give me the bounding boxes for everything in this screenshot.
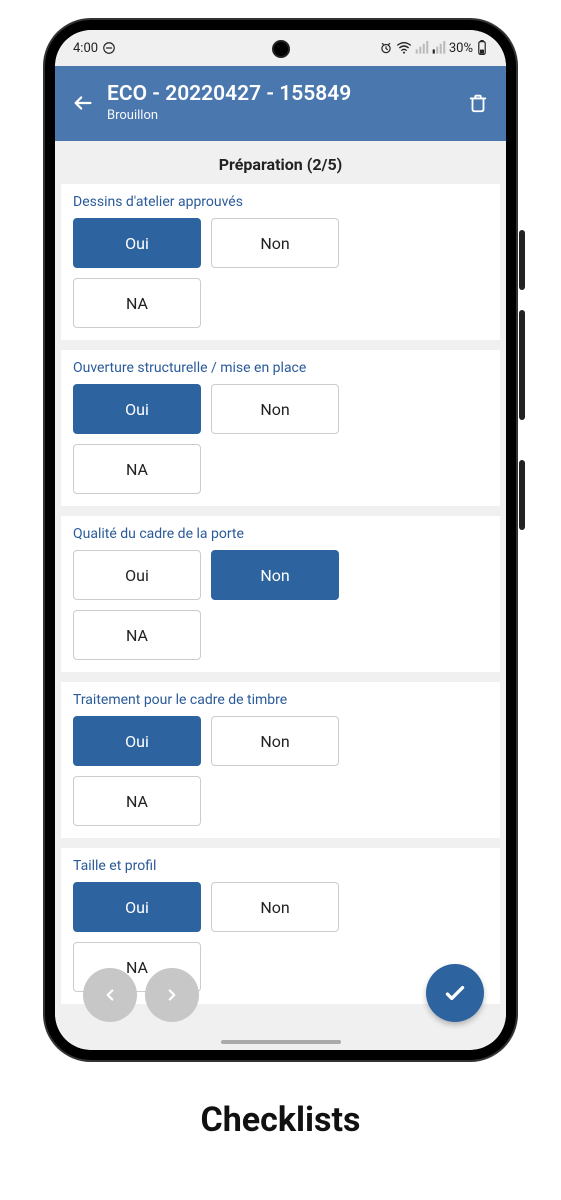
status-time: 4:00 (73, 41, 98, 56)
delete-button[interactable] (464, 89, 492, 117)
option-na[interactable]: NA (73, 444, 201, 494)
signal-icon-2 (432, 41, 446, 55)
option-oui[interactable]: Oui (73, 550, 201, 600)
trash-icon (467, 92, 489, 114)
alarm-icon (379, 41, 393, 55)
option-oui[interactable]: Oui (73, 882, 201, 932)
wifi-icon (396, 41, 412, 55)
question-card: Traitement pour le cadre de timbre OuiNon… (61, 682, 500, 838)
option-na[interactable]: NA (73, 610, 201, 660)
signal-icon (415, 41, 429, 55)
header-subtitle: Brouillon (107, 108, 464, 123)
option-non[interactable]: Non (211, 882, 339, 932)
checklist-content: Dessins d'atelier approuvésOuiNonNAOuver… (55, 184, 506, 1050)
question-label: Dessins d'atelier approuvés (73, 194, 488, 210)
header-title: ECO - 20220427 - 155849 (107, 82, 464, 106)
option-non[interactable]: Non (211, 384, 339, 434)
question-label: Taille et profil (73, 858, 488, 874)
camera-hole (272, 40, 290, 58)
app-header: ECO - 20220427 - 155849 Brouillon (55, 66, 506, 141)
question-label: Qualité du cadre de la porte (73, 526, 488, 542)
chevron-left-icon (101, 986, 119, 1004)
arrow-left-icon (72, 92, 94, 114)
prev-page-button[interactable] (83, 968, 137, 1022)
option-oui[interactable]: Oui (73, 384, 201, 434)
next-page-button[interactable] (145, 968, 199, 1022)
option-na[interactable]: NA (73, 278, 201, 328)
question-card: Ouverture structurelle / mise en place Ou… (61, 350, 500, 506)
confirm-fab[interactable] (426, 964, 484, 1022)
question-card: Qualité du cadre de la porte OuiNonNA (61, 516, 500, 672)
home-indicator (221, 1040, 341, 1044)
option-na[interactable]: NA (73, 776, 201, 826)
question-label: Traitement pour le cadre de timbre (73, 692, 488, 708)
option-oui[interactable]: Oui (73, 716, 201, 766)
status-battery: 30% (449, 41, 473, 56)
check-icon (442, 980, 468, 1006)
option-oui[interactable]: Oui (73, 218, 201, 268)
option-non[interactable]: Non (211, 218, 339, 268)
chevron-right-icon (163, 986, 181, 1004)
back-button[interactable] (69, 89, 97, 117)
option-non[interactable]: Non (211, 550, 339, 600)
option-non[interactable]: Non (211, 716, 339, 766)
caption: Checklists (0, 1100, 561, 1140)
section-title: Préparation (2/5) (55, 141, 506, 184)
battery-icon (476, 40, 488, 56)
question-label: Ouverture structurelle / mise en place (73, 360, 488, 376)
question-card: Dessins d'atelier approuvés OuiNonNA (61, 184, 500, 340)
do-not-disturb-icon (102, 41, 116, 55)
phone-frame: 4:00 30% ECO - 20220427 - 155849 Brouill… (45, 20, 516, 1060)
